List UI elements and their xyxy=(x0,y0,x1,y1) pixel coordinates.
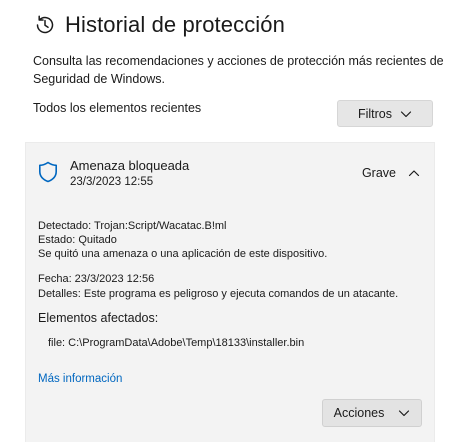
shield-icon xyxy=(39,161,57,183)
detected-line: Detectado: Trojan:Script/Wacatac.B!ml xyxy=(38,220,227,232)
affected-file: file: C:\ProgramData\Adobe\Temp\18133\in… xyxy=(48,337,305,349)
chevron-down-icon xyxy=(400,110,412,117)
filters-button[interactable]: Filtros xyxy=(337,100,433,127)
details-line: Detalles: Este programa es peligroso y e… xyxy=(38,288,399,300)
section-label: Todos los elementos recientes xyxy=(33,101,202,115)
severity-label: Grave xyxy=(361,166,396,180)
threat-date: 23/3/2023 12:55 xyxy=(70,176,154,188)
threat-card: Amenaza bloqueada 23/3/2023 12:55 Grave … xyxy=(25,142,435,442)
more-info-link[interactable]: Más información xyxy=(38,373,122,385)
threat-title: Amenaza bloqueada xyxy=(70,158,190,173)
affected-items-title: Elementos afectados: xyxy=(38,311,159,325)
page-header: Historial de protección xyxy=(33,12,285,38)
chevron-up-icon[interactable] xyxy=(408,168,420,178)
page-description: Consulta las recomendaciones y acciones … xyxy=(33,54,444,86)
date-line: Fecha: 23/3/2023 12:56 xyxy=(38,273,155,285)
filters-label: Filtros xyxy=(357,106,393,121)
actions-button[interactable]: Acciones xyxy=(322,399,422,427)
status-description: Se quitó una amenaza o una aplicación de… xyxy=(38,248,328,260)
actions-label: Acciones xyxy=(333,406,385,420)
threat-card-header[interactable]: Amenaza bloqueada 23/3/2023 12:55 Grave xyxy=(26,143,434,195)
page-title: Historial de protección xyxy=(65,12,285,37)
chevron-down-icon xyxy=(399,410,410,417)
history-icon xyxy=(36,15,54,34)
status-line: Estado: Quitado xyxy=(38,234,117,246)
